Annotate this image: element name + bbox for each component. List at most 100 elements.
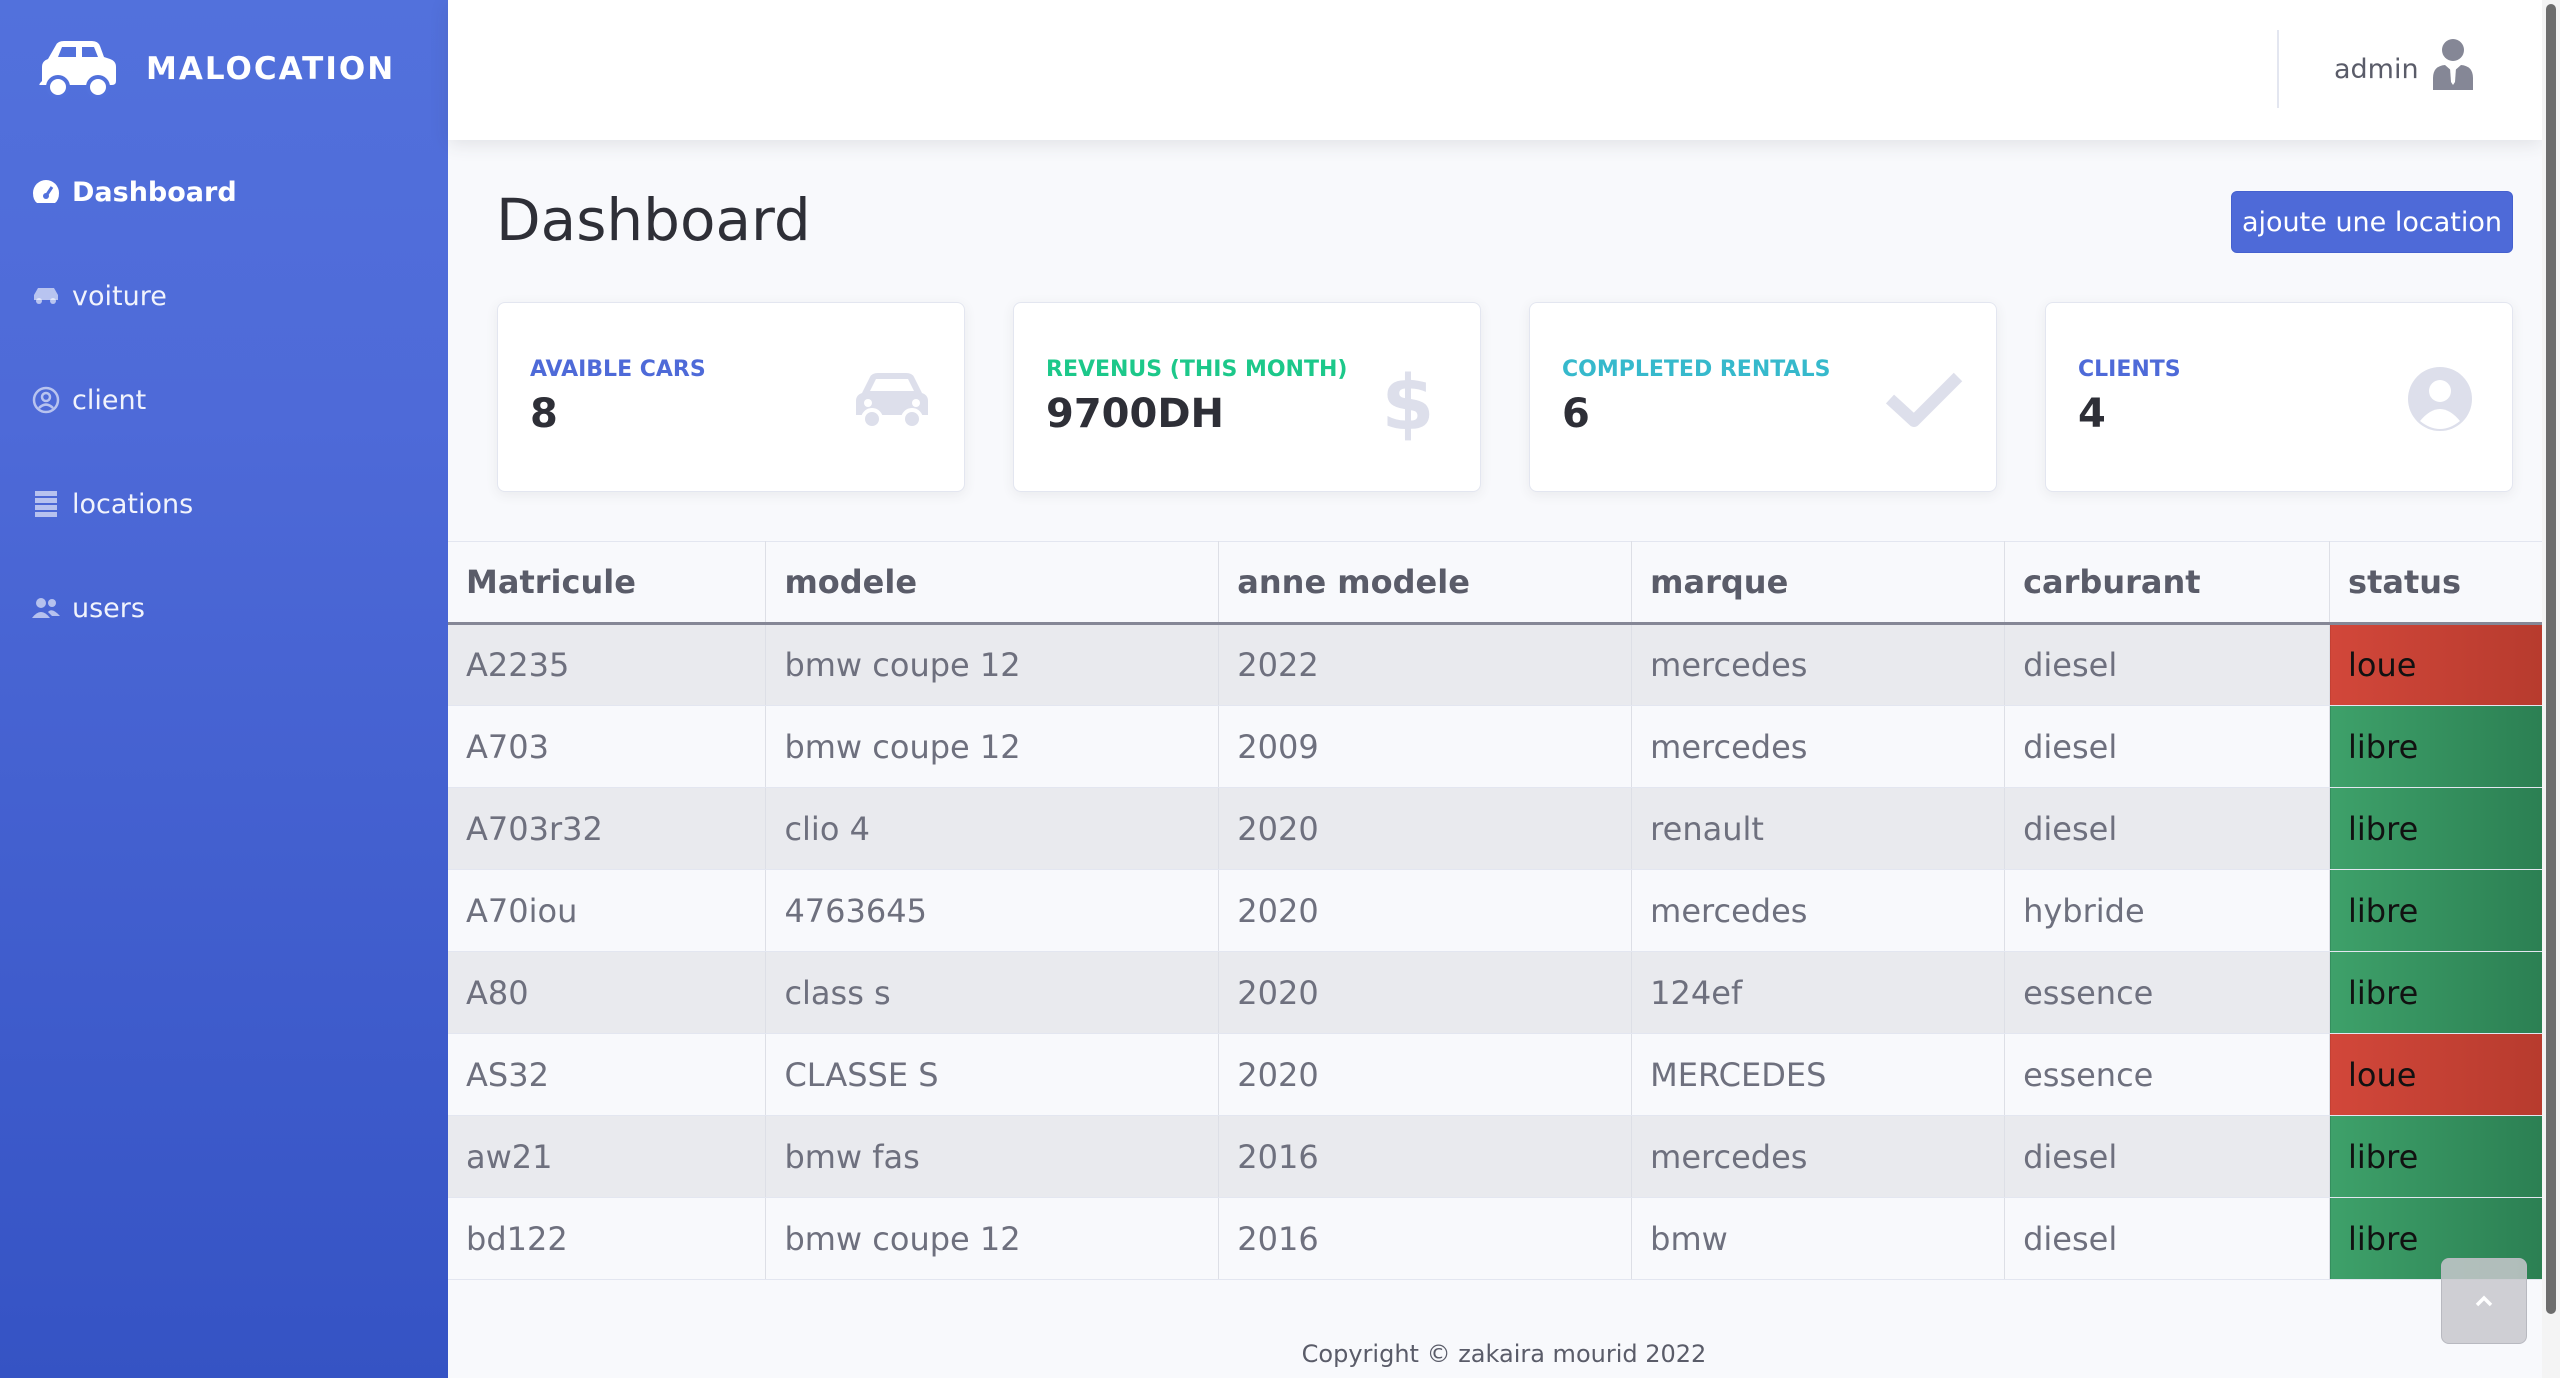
page-scrollbar[interactable]: [2542, 0, 2560, 1378]
column-header-matricule[interactable]: Matricule: [448, 541, 767, 625]
stat-card-clients: CLIENTS 4: [2045, 302, 2513, 492]
cell-marque: MERCEDES: [1631, 1033, 2006, 1116]
cell-carburant: essence: [2004, 1033, 2331, 1116]
cell-anne-modele: 2020: [1218, 869, 1633, 952]
status-badge: libre: [2329, 951, 2560, 1034]
cell-carburant: diesel: [2004, 1197, 2331, 1280]
cell-carburant: diesel: [2004, 705, 2331, 788]
card-value: 6: [1562, 391, 1590, 437]
chevron-up-icon: [2475, 1295, 2493, 1307]
cell-matricule: A80: [448, 951, 767, 1034]
cell-modele: CLASSE S: [765, 1033, 1220, 1116]
cell-marque: 124ef: [1631, 951, 2006, 1034]
gauge-icon: [33, 180, 59, 203]
scrollbar-thumb[interactable]: [2546, 4, 2556, 1314]
cell-carburant: diesel: [2004, 787, 2331, 870]
cell-carburant: diesel: [2004, 1115, 2331, 1198]
cell-marque: mercedes: [1631, 623, 2006, 706]
cell-anne-modele: 2009: [1218, 705, 1633, 788]
user-circle-icon: [2408, 367, 2472, 431]
column-header-modele[interactable]: modele: [765, 541, 1220, 625]
card-label: AVAIBLE CARS: [530, 357, 706, 382]
car-icon: [856, 373, 928, 430]
status-badge: libre: [2329, 869, 2560, 952]
card-label: REVENUS (THIS MONTH): [1046, 357, 1348, 382]
table-row[interactable]: aw21 bmw fas 2016 mercedes diesel libre: [448, 1115, 2560, 1198]
cell-anne-modele: 2020: [1218, 1033, 1633, 1116]
cars-table: Matricule modele anne modele marque carb…: [448, 541, 2560, 1280]
cell-modele: class s: [765, 951, 1220, 1034]
stat-card-revenus: REVENUS (THIS MONTH) 9700DH $: [1013, 302, 1481, 492]
cell-modele: 4763645: [765, 869, 1220, 952]
cell-modele: bmw coupe 12: [765, 623, 1220, 706]
sidebar-item-voiture[interactable]: voiture: [30, 280, 167, 312]
sidebar-item-client[interactable]: client: [30, 384, 146, 416]
cell-marque: bmw: [1631, 1197, 2006, 1280]
cell-modele: bmw fas: [765, 1115, 1220, 1198]
topbar: admin: [448, 0, 2542, 140]
status-badge: libre: [2329, 787, 2560, 870]
cell-carburant: hybride: [2004, 869, 2331, 952]
list-icon: [35, 491, 57, 517]
sidebar-item-label: locations: [72, 488, 194, 520]
page-title: Dashboard: [496, 186, 811, 254]
table-header-row: Matricule modele anne modele marque carb…: [448, 541, 2560, 625]
dollar-icon: $: [1382, 358, 1435, 441]
card-value: 8: [530, 391, 558, 437]
cell-matricule: bd122: [448, 1197, 767, 1280]
sidebar-item-label: Dashboard: [72, 176, 237, 208]
sidebar-item-label: voiture: [72, 280, 167, 312]
car-side-icon: [39, 41, 117, 99]
cell-anne-modele: 2016: [1218, 1197, 1633, 1280]
check-icon: [1885, 372, 1963, 427]
cell-matricule: A2235: [448, 623, 767, 706]
cell-anne-modele: 2022: [1218, 623, 1633, 706]
column-header-status[interactable]: status: [2329, 541, 2560, 625]
card-label: COMPLETED RENTALS: [1562, 357, 1831, 382]
add-location-button[interactable]: ajoute une location: [2231, 191, 2513, 253]
svg-text:$: $: [1382, 358, 1435, 441]
cell-matricule: A703r32: [448, 787, 767, 870]
table-row[interactable]: A703r32 clio 4 2020 renault diesel libre: [448, 787, 2560, 870]
table-row[interactable]: A703 bmw coupe 12 2009 mercedes diesel libre: [448, 705, 2560, 788]
column-header-marque[interactable]: marque: [1631, 541, 2006, 625]
status-badge: loue: [2329, 623, 2560, 706]
user-tie-icon[interactable]: [2430, 38, 2476, 90]
cell-marque: mercedes: [1631, 705, 2006, 788]
sidebar-item-locations[interactable]: locations: [30, 488, 193, 520]
user-name[interactable]: admin: [2334, 54, 2419, 85]
cell-carburant: diesel: [2004, 623, 2331, 706]
stat-card-available-cars: AVAIBLE CARS 8: [497, 302, 965, 492]
table-row[interactable]: A80 class s 2020 124ef essence libre: [448, 951, 2560, 1034]
table-row[interactable]: A2235 bmw coupe 12 2022 mercedes diesel loue: [448, 623, 2560, 706]
card-value: 9700DH: [1046, 391, 1225, 437]
sidebar-item-dashboard[interactable]: Dashboard: [30, 176, 237, 208]
cell-matricule: A703: [448, 705, 767, 788]
topbar-divider: [2277, 30, 2279, 108]
cell-marque: renault: [1631, 787, 2006, 870]
brand[interactable]: MALOCATION: [34, 34, 395, 104]
column-header-carburant[interactable]: carburant: [2004, 541, 2331, 625]
status-badge: libre: [2329, 1115, 2560, 1198]
cell-anne-modele: 2016: [1218, 1115, 1633, 1198]
cell-modele: bmw coupe 12: [765, 1197, 1220, 1280]
cell-anne-modele: 2020: [1218, 787, 1633, 870]
cell-modele: clio 4: [765, 787, 1220, 870]
sidebar-item-users[interactable]: users: [30, 592, 145, 624]
footer-copyright: Copyright © zakaira mourid 2022: [1301, 1340, 1707, 1368]
cell-modele: bmw coupe 12: [765, 705, 1220, 788]
column-header-anne-modele[interactable]: anne modele: [1218, 541, 1633, 625]
scroll-to-top-button[interactable]: [2441, 1258, 2527, 1344]
cell-marque: mercedes: [1631, 1115, 2006, 1198]
table-row[interactable]: AS32 CLASSE S 2020 MERCEDES essence loue: [448, 1033, 2560, 1116]
car-icon: [34, 288, 58, 304]
cell-marque: mercedes: [1631, 869, 2006, 952]
table-row[interactable]: A70iou 4763645 2020 mercedes hybride libre: [448, 869, 2560, 952]
sidebar-item-label: client: [72, 384, 147, 416]
user-circle-icon: [32, 386, 60, 414]
status-badge: loue: [2329, 1033, 2560, 1116]
users-icon: [32, 598, 60, 618]
card-label: CLIENTS: [2078, 357, 2181, 382]
cell-anne-modele: 2020: [1218, 951, 1633, 1034]
table-row[interactable]: bd122 bmw coupe 12 2016 bmw diesel libre: [448, 1197, 2560, 1280]
